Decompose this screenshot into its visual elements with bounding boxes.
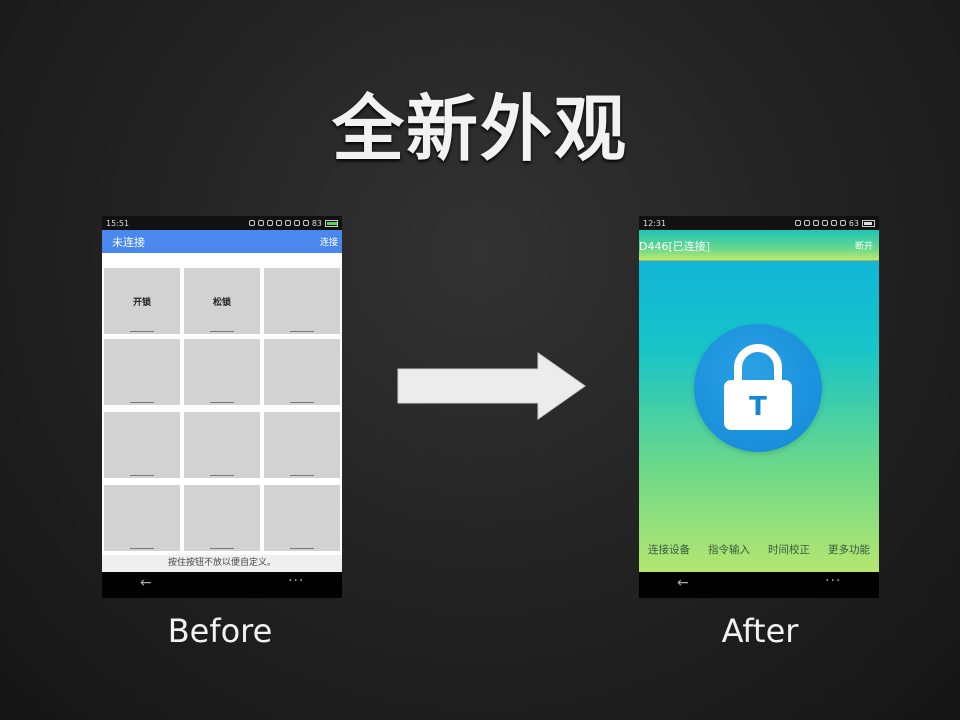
nav-bar: ← ··· (639, 572, 879, 598)
app-bar: 未连接 连接 (102, 230, 342, 253)
status-time: 15:51 (106, 218, 130, 228)
lock-button[interactable]: T (694, 324, 822, 452)
after-phone-screenshot: 12:31 63 D446[已连接] 断开 T 连接设备 指令输入 时间校正 更… (639, 216, 879, 598)
disconnect-button[interactable]: 断开 (855, 239, 873, 252)
wifi-icon (293, 220, 300, 226)
back-icon[interactable]: ← (677, 575, 689, 591)
app-icon (794, 220, 801, 226)
before-phone-screenshot: 15:51 83 未连接 连接 开锁 松锁 按住按钮不放以便自定义。 ← ··· (102, 216, 342, 598)
menu-connect-device[interactable]: 连接设备 (648, 542, 690, 557)
back-icon[interactable]: ← (140, 575, 152, 591)
grid-button[interactable] (104, 339, 180, 405)
grid-button[interactable] (184, 339, 260, 405)
grid-button[interactable] (264, 268, 340, 334)
battery-icon (862, 219, 875, 227)
nav-bar: ← ··· (102, 572, 342, 598)
padlock-icon: T (724, 344, 792, 430)
connection-status: 未连接 (112, 235, 145, 249)
status-icons: 83 (248, 218, 338, 228)
usb-icon (266, 220, 273, 226)
menu-dots-icon[interactable]: ··· (288, 573, 304, 589)
lock-letter: T (749, 392, 767, 422)
after-caption: After (721, 612, 799, 650)
signal-icon (839, 220, 846, 226)
button-grid: 开锁 松锁 (102, 253, 342, 555)
bluetooth-icon (275, 220, 282, 226)
bluetooth-icon (803, 220, 810, 226)
grid-button[interactable] (104, 485, 180, 551)
alarm-icon (821, 220, 828, 226)
slide-title: 全新外观 (331, 87, 628, 171)
grid-button-unlock[interactable]: 开锁 (104, 268, 180, 334)
grid-button[interactable] (184, 412, 260, 478)
chat-icon (248, 220, 255, 226)
menu-dots-icon[interactable]: ··· (825, 573, 841, 589)
customize-hint: 按住按钮不放以便自定义。 (102, 555, 342, 572)
grid-button[interactable] (184, 485, 260, 551)
device-status: D446[已连接] (639, 239, 711, 253)
bottom-menu: 连接设备 指令输入 时间校正 更多功能 (639, 542, 879, 557)
menu-more-functions[interactable]: 更多功能 (828, 542, 870, 557)
menu-command-input[interactable]: 指令输入 (708, 542, 750, 557)
status-bar: 15:51 83 (102, 216, 342, 230)
app-icon (257, 220, 264, 226)
battery-level: 63 (848, 218, 859, 228)
before-caption: Before (167, 612, 273, 650)
grid-button[interactable] (264, 412, 340, 478)
status-time: 12:31 (643, 218, 667, 228)
signal-icon (302, 220, 309, 226)
wifi-icon (830, 220, 837, 226)
right-arrow-icon (397, 352, 586, 420)
status-bar: 12:31 63 (639, 216, 879, 230)
mute-icon (812, 220, 819, 226)
grid-button[interactable] (264, 339, 340, 405)
menu-time-calibration[interactable]: 时间校正 (768, 542, 810, 557)
mute-icon (284, 220, 291, 226)
grid-button[interactable] (264, 485, 340, 551)
status-icons: 63 (794, 218, 875, 228)
battery-level: 83 (311, 218, 322, 228)
connect-button[interactable]: 连接 (320, 235, 338, 248)
battery-icon (325, 219, 338, 227)
grid-button-loosen[interactable]: 松锁 (184, 268, 260, 334)
app-bar: D446[已连接] 断开 (639, 230, 879, 261)
grid-button[interactable] (104, 412, 180, 478)
